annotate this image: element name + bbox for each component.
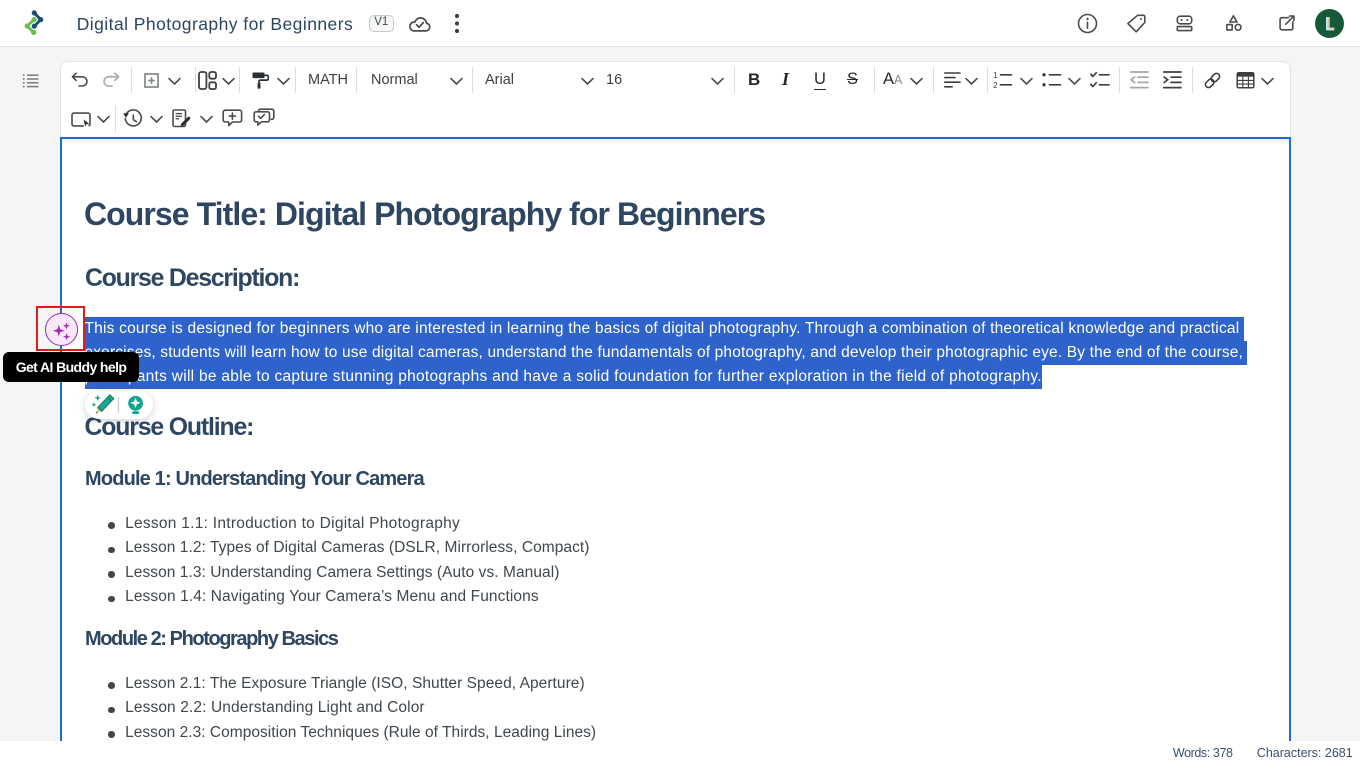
svg-text:1: 1 [993,71,998,80]
svg-text:2: 2 [993,81,998,90]
